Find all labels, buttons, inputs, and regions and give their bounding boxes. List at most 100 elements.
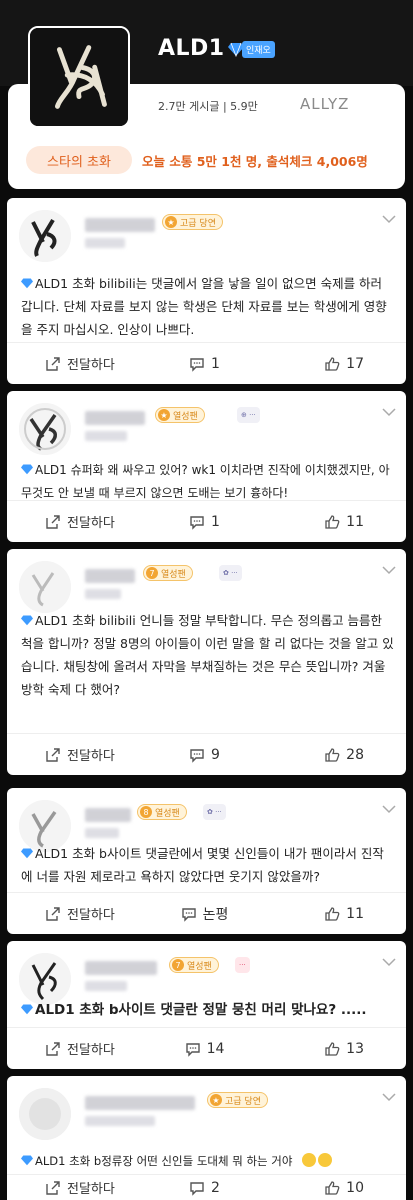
user-avatar[interactable] — [19, 953, 71, 1005]
post-card[interactable]: ★ 고급 당연 ALD1 초화 bilibili는 댓글에서 알을 낳을 일이 없… — [7, 198, 406, 384]
comment-icon — [185, 1042, 200, 1057]
level-icon: ★ — [210, 1094, 222, 1106]
like-button[interactable]: 11 — [258, 906, 406, 922]
username-redacted — [85, 411, 145, 425]
share-button[interactable]: 전달하다 — [7, 904, 151, 923]
post-content: ALD1 초화 bilibili는 댓글에서 알을 낳을 일이 없으면 숙제를 … — [21, 276, 387, 337]
chevron-down-icon[interactable] — [382, 957, 396, 967]
diamond-icon — [21, 464, 33, 475]
activity-notice: 오늘 소통 5만 1천 명, 출석체크 4,006명 — [142, 154, 368, 169]
post-card[interactable]: ★ 고급 당연 ALD1 초화 b정류장 어떤 신인들 도대체 뭐 하는 거야 전… — [7, 1076, 406, 1200]
thumbs-up-icon — [325, 906, 340, 921]
like-button[interactable]: 28 — [258, 747, 406, 763]
user-avatar[interactable] — [19, 403, 71, 455]
like-button[interactable]: 10 — [258, 1180, 406, 1196]
share-button[interactable]: 전달하다 — [7, 1178, 151, 1197]
comment-button[interactable]: 2 — [151, 1180, 257, 1196]
post-content: ALD1 초화 b사이트 댓글란 정말 뭉친 머리 맞나요? ..... — [21, 999, 394, 1022]
avatar-icon — [19, 953, 71, 1005]
level-icon: ★ — [158, 409, 170, 421]
avatar-icon — [19, 1088, 71, 1140]
laughing-emoji-icon — [318, 1153, 333, 1167]
thumbs-up-icon — [325, 1041, 340, 1056]
comment-icon — [190, 515, 204, 530]
comment-icon — [190, 1181, 204, 1196]
invite-button[interactable]: 스타의 초화 — [26, 146, 132, 174]
level-badge: ★ 열성팬 — [155, 407, 205, 423]
user-subline-redacted — [85, 589, 121, 599]
share-button[interactable]: 전달하다 — [7, 1039, 151, 1058]
extra-badge: ✿ ··· — [203, 804, 226, 820]
post-actions: 전달하다 9 28 — [7, 733, 406, 775]
post-actions: 전달하다 2 10 — [7, 1174, 406, 1200]
post-card[interactable]: 7 열성팬 ··· ALD1 초화 b사이트 댓글란 정말 뭉친 머리 맞나요? … — [7, 941, 406, 1069]
community-header: ALD1 인재오 2.7만 게시글 | 5.9만 ALLYZ 스타의 초화 오늘… — [0, 0, 413, 192]
diamond-icon — [21, 1004, 33, 1015]
laughing-emoji-icon — [302, 1153, 317, 1167]
chevron-down-icon[interactable] — [382, 407, 396, 417]
share-button[interactable]: 전달하다 — [7, 512, 151, 531]
fandom-name: ALLYZ — [300, 95, 350, 113]
share-icon — [46, 356, 60, 371]
user-subline-redacted — [85, 1116, 155, 1126]
group-logo-icon — [30, 28, 128, 126]
group-logo[interactable] — [28, 26, 130, 128]
user-avatar[interactable] — [19, 210, 71, 262]
comment-button[interactable]: 1 — [151, 356, 257, 372]
like-button[interactable]: 11 — [258, 514, 406, 530]
username-redacted — [85, 808, 131, 822]
extra-badge: ✿ ··· — [219, 565, 242, 581]
comment-button[interactable]: 1 — [151, 514, 257, 530]
thumbs-up-icon — [325, 747, 340, 762]
thumbs-up-icon — [325, 1180, 340, 1195]
like-button[interactable]: 17 — [258, 356, 406, 372]
share-icon — [46, 747, 60, 762]
user-subline-redacted — [85, 828, 119, 838]
user-avatar[interactable] — [19, 561, 71, 613]
like-button[interactable]: 13 — [258, 1041, 406, 1057]
comment-icon — [190, 748, 204, 763]
share-icon — [46, 1180, 60, 1195]
avatar-icon — [19, 403, 71, 455]
diamond-icon — [21, 1155, 33, 1166]
post-content: ALD1 초화 b사이트 댓글란에서 몇몇 신인들이 내가 팬이라서 진작에 너… — [21, 846, 384, 884]
comment-button[interactable]: 14 — [151, 1041, 257, 1057]
community-stats: 2.7만 게시글 | 5.9만 — [158, 100, 258, 113]
chevron-down-icon[interactable] — [382, 565, 396, 575]
user-subline-redacted — [85, 238, 125, 248]
share-icon — [46, 514, 60, 529]
chevron-down-icon[interactable] — [382, 804, 396, 814]
avatar-icon — [19, 210, 71, 262]
post-card[interactable]: ★ 열성팬 ⊕ ··· ALD1 슈퍼화 왜 싸우고 있어? wk1 이치라면 진… — [7, 391, 406, 542]
thumbs-up-icon — [325, 514, 340, 529]
comment-icon — [181, 907, 196, 922]
username-redacted — [85, 1096, 195, 1110]
comment-button[interactable]: 9 — [151, 747, 257, 763]
level-icon: 7 — [146, 567, 158, 579]
post-card[interactable]: 8 열성팬 ✿ ··· ALD1 초화 b사이트 댓글란에서 몇몇 신인들이 내가… — [7, 788, 406, 934]
verified-label: 인재오 — [242, 40, 275, 58]
comment-icon — [190, 357, 204, 372]
level-icon: ★ — [165, 216, 177, 228]
extra-badge: ⊕ ··· — [237, 407, 260, 423]
post-content: ALD1 초화 bilibili 언니들 정말 부탁합니다. 무슨 정의롭고 늠… — [21, 613, 394, 697]
extra-badge: ··· — [235, 957, 250, 973]
share-button[interactable]: 전달하다 — [7, 354, 151, 373]
user-avatar[interactable] — [19, 1088, 71, 1140]
share-button[interactable]: 전달하다 — [7, 745, 151, 764]
level-icon: 8 — [140, 806, 152, 818]
post-actions: 전달하다 1 11 — [7, 500, 406, 542]
comment-button[interactable]: 논평 — [151, 904, 257, 924]
verified-badge: 인재오 — [228, 40, 275, 58]
level-icon: 7 — [172, 959, 184, 971]
post-content: ALD1 슈퍼화 왜 싸우고 있어? wk1 이치라면 진작에 이치했겠지만, … — [21, 463, 390, 500]
post-card[interactable]: 7 열성팬 ✿ ··· ALD1 초화 bilibili 언니들 정말 부탁합니다… — [7, 549, 406, 775]
chevron-down-icon[interactable] — [382, 1092, 396, 1102]
post-content: ALD1 초화 b정류장 어떤 신인들 도대체 뭐 하는 거야 — [21, 1150, 394, 1173]
level-badge: ★ 고급 당연 — [162, 214, 223, 230]
diamond-icon — [21, 848, 33, 859]
post-actions: 전달하다 1 17 — [7, 342, 406, 384]
post-actions: 전달하다 14 13 — [7, 1027, 406, 1069]
chevron-down-icon[interactable] — [382, 214, 396, 224]
username-redacted — [85, 569, 135, 583]
